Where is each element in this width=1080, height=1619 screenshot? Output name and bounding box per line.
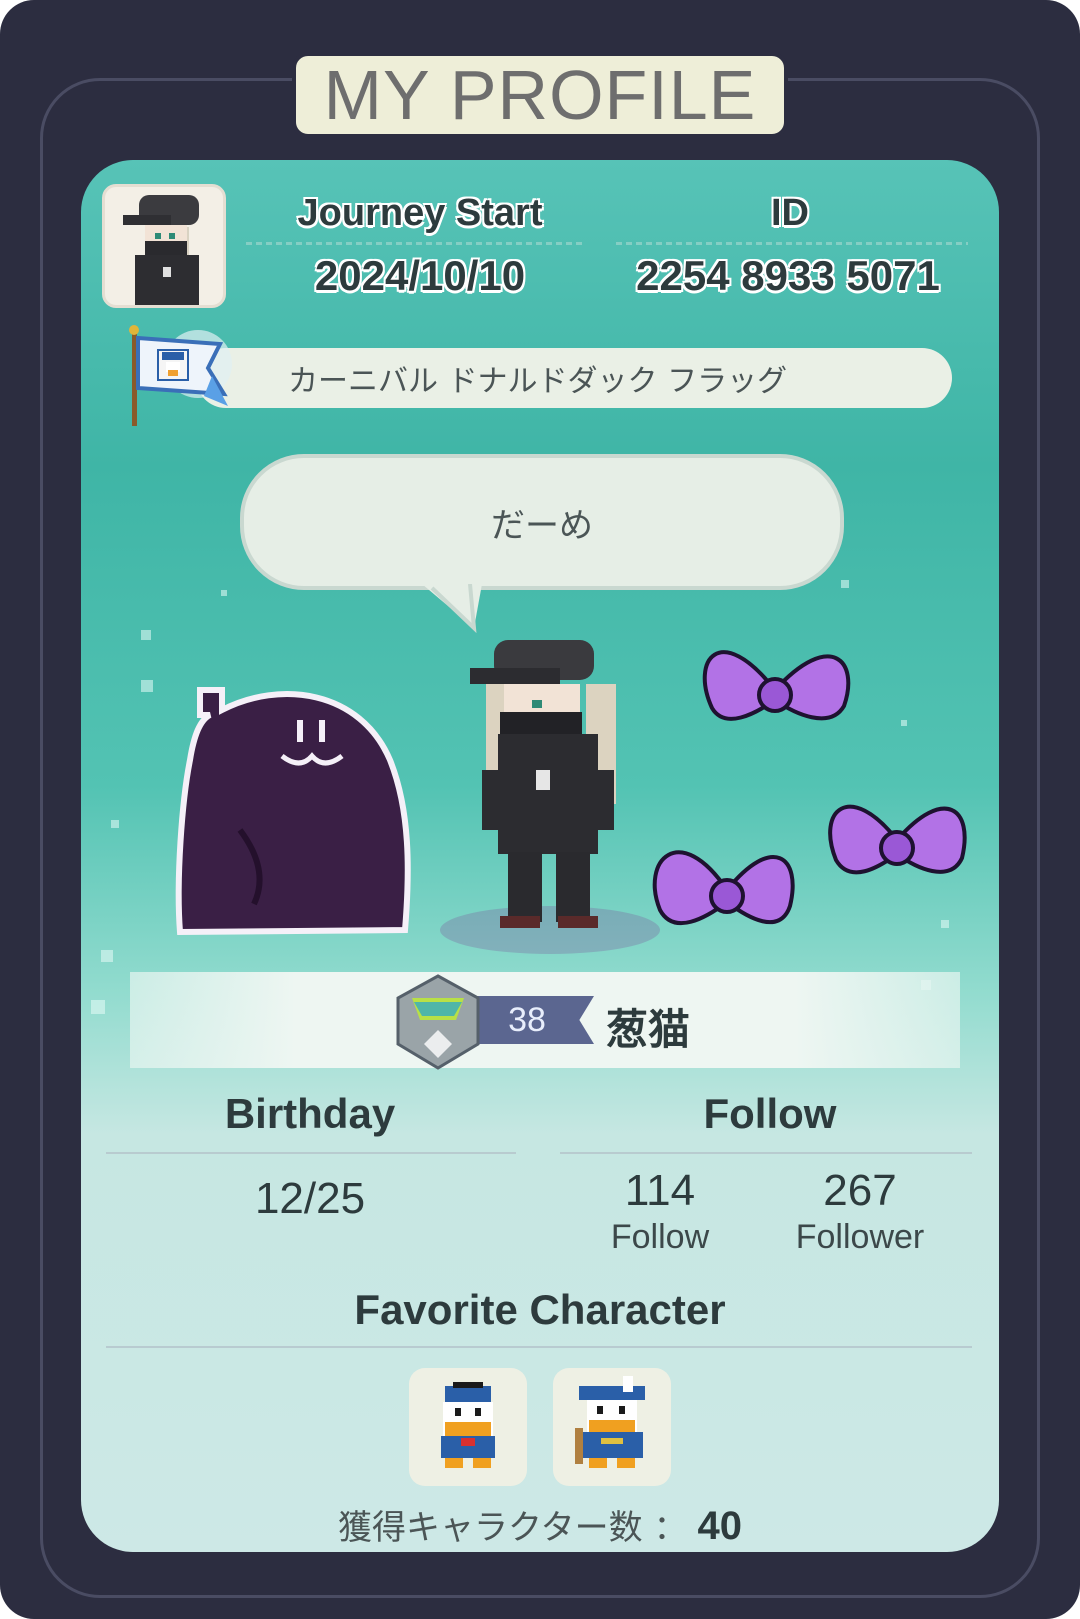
character-count: 獲得キャラクター数 ： 40	[0, 1500, 1080, 1549]
player-avatar[interactable]	[102, 184, 226, 308]
flag-name: カーニバル ドナルドダック フラッグ	[288, 364, 788, 399]
follower-sub-label: Follower	[795, 1218, 925, 1256]
follow-sub-label: Follow	[610, 1218, 710, 1256]
journey-start-label: Journey Start	[297, 192, 543, 234]
page-title: MY PROFILE	[323, 56, 757, 134]
rank-badge-icon	[396, 974, 480, 1070]
title-plate: MY PROFILE	[292, 52, 788, 138]
favorite-character-1[interactable]	[409, 1368, 527, 1486]
favorite-character-label: Favorite Character	[354, 1286, 726, 1333]
id-label: ID	[771, 192, 809, 234]
flag-title-bar[interactable]: カーニバル ドナルドダック フラッグ	[196, 348, 952, 408]
player-name: 葱猫	[606, 1005, 691, 1054]
birthday-divider	[106, 1152, 516, 1154]
donald-duck-musketeer-icon	[575, 1376, 645, 1468]
favorite-character-2[interactable]	[553, 1368, 671, 1486]
follower-count: 267	[823, 1166, 897, 1215]
flag-icon	[129, 325, 232, 426]
level-value: 38	[508, 1000, 546, 1039]
birthday-label: Birthday	[224, 1090, 396, 1137]
character-count-label: 獲得キャラクター数 ：	[338, 1508, 688, 1548]
character-count-value: 40	[697, 1504, 742, 1548]
player-id: 2254 8933 5071	[636, 252, 940, 299]
level-tag: 38	[472, 996, 594, 1044]
header-divider-right	[616, 242, 968, 245]
favorite-divider	[106, 1346, 972, 1348]
speech-bubble-tail	[422, 584, 482, 634]
birthday-value: 12/25	[254, 1174, 366, 1223]
speech-text: だーめ	[491, 505, 593, 546]
follow-count: 114	[624, 1166, 696, 1215]
follow-label: Follow	[703, 1090, 837, 1137]
speech-bubble[interactable]: だーめ	[240, 454, 844, 590]
journey-start-date: 2024/10/10	[314, 252, 526, 299]
header-divider-left	[246, 242, 582, 245]
donald-duck-icon	[441, 1382, 495, 1468]
avatar-icon	[123, 195, 199, 305]
follow-divider	[560, 1152, 972, 1154]
